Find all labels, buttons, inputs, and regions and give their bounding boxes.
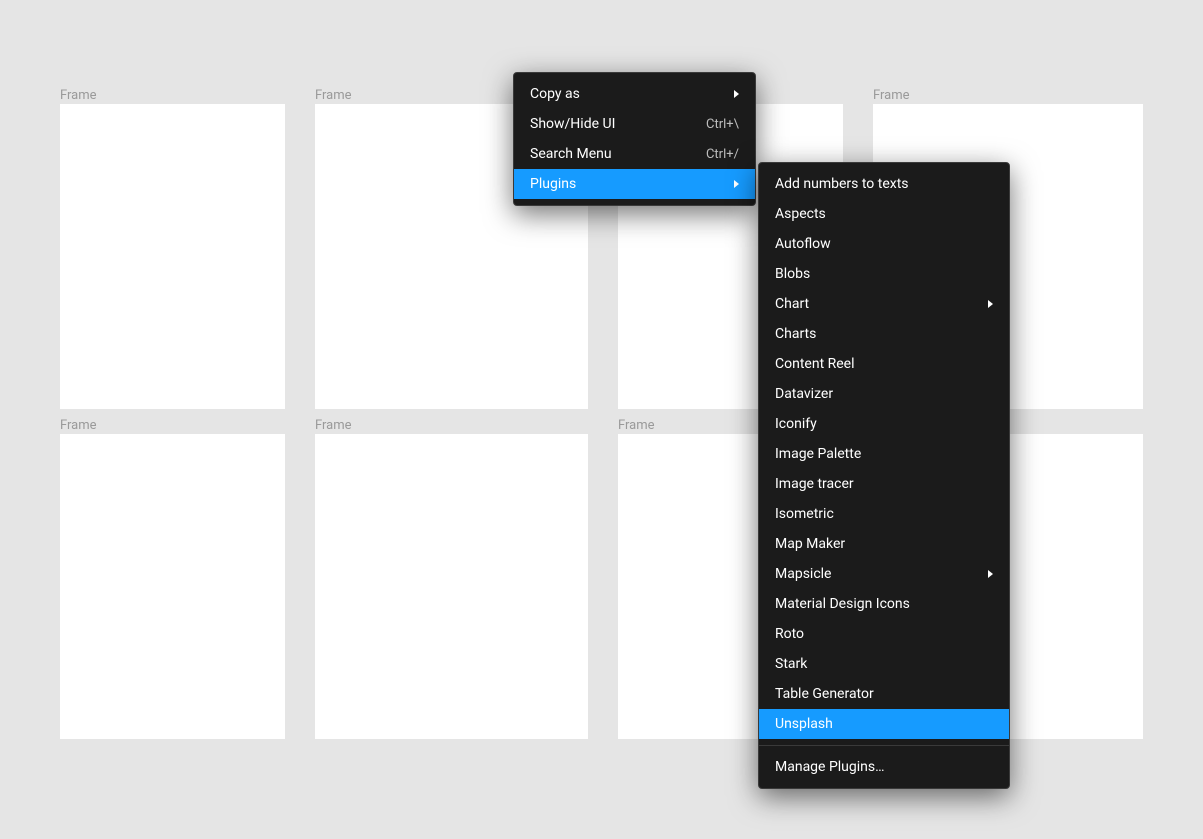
menu-item-label: Copy as	[530, 86, 580, 102]
frame[interactable]	[60, 104, 285, 409]
menu-item-label: Chart	[775, 296, 809, 312]
menu-item-plugins[interactable]: Plugins	[514, 169, 755, 199]
plugin-item-add-numbers-to-texts[interactable]: Add numbers to texts	[759, 169, 1009, 199]
plugin-item-chart[interactable]: Chart	[759, 289, 1009, 319]
plugin-item-mapsicle[interactable]: Mapsicle	[759, 559, 1009, 589]
menu-item-label: Mapsicle	[775, 566, 832, 582]
menu-item-label: Stark	[775, 656, 807, 672]
context-menu: Copy as Show/Hide UI Ctrl+\ Search Menu …	[513, 72, 756, 206]
chevron-right-icon	[988, 300, 993, 308]
plugin-item-table-generator[interactable]: Table Generator	[759, 679, 1009, 709]
frame-label[interactable]: Frame	[315, 88, 352, 103]
menu-item-label: Blobs	[775, 266, 810, 282]
plugin-item-autoflow[interactable]: Autoflow	[759, 229, 1009, 259]
frame-label[interactable]: Frame	[315, 418, 352, 433]
plugin-item-datavizer[interactable]: Datavizer	[759, 379, 1009, 409]
menu-item-label: Image Palette	[775, 446, 861, 462]
plugin-item-manage-plugins[interactable]: Manage Plugins…	[759, 752, 1009, 782]
plugin-item-charts[interactable]: Charts	[759, 319, 1009, 349]
plugin-item-blobs[interactable]: Blobs	[759, 259, 1009, 289]
frame-label[interactable]: Frame	[873, 88, 910, 103]
frame[interactable]	[60, 434, 285, 739]
plugin-item-aspects[interactable]: Aspects	[759, 199, 1009, 229]
plugin-item-content-reel[interactable]: Content Reel	[759, 349, 1009, 379]
plugin-item-material-design-icons[interactable]: Material Design Icons	[759, 589, 1009, 619]
plugin-item-unsplash[interactable]: Unsplash	[759, 709, 1009, 739]
menu-item-copy-as[interactable]: Copy as	[514, 79, 755, 109]
frame[interactable]	[315, 434, 588, 739]
menu-item-label: Iconify	[775, 416, 817, 432]
frame-label[interactable]: Frame	[60, 418, 97, 433]
menu-item-label: Aspects	[775, 206, 826, 222]
menu-item-label: Isometric	[775, 506, 834, 522]
plugins-submenu: Add numbers to texts Aspects Autoflow Bl…	[758, 162, 1010, 789]
chevron-right-icon	[734, 90, 739, 98]
menu-item-label: Map Maker	[775, 536, 845, 552]
menu-item-label: Plugins	[530, 176, 576, 192]
menu-item-shortcut: Ctrl+\	[706, 117, 739, 132]
menu-item-label: Table Generator	[775, 686, 874, 702]
menu-item-label: Content Reel	[775, 356, 855, 372]
menu-item-label: Charts	[775, 326, 816, 342]
menu-separator	[759, 745, 1009, 746]
menu-item-label: Search Menu	[530, 146, 612, 162]
frame-label[interactable]: Frame	[60, 88, 97, 103]
menu-item-label: Roto	[775, 626, 804, 642]
frame-label[interactable]: Frame	[618, 418, 655, 433]
menu-item-label: Datavizer	[775, 386, 833, 402]
menu-item-shortcut: Ctrl+/	[706, 147, 739, 162]
plugin-item-isometric[interactable]: Isometric	[759, 499, 1009, 529]
menu-item-label: Show/Hide UI	[530, 116, 615, 132]
menu-item-label: Add numbers to texts	[775, 176, 909, 192]
menu-item-label: Autoflow	[775, 236, 831, 252]
plugin-item-stark[interactable]: Stark	[759, 649, 1009, 679]
menu-item-show-hide-ui[interactable]: Show/Hide UI Ctrl+\	[514, 109, 755, 139]
menu-item-label: Material Design Icons	[775, 596, 910, 612]
menu-item-label: Image tracer	[775, 476, 854, 492]
menu-item-label: Manage Plugins…	[775, 759, 884, 775]
chevron-right-icon	[734, 180, 739, 188]
plugin-item-roto[interactable]: Roto	[759, 619, 1009, 649]
menu-item-label: Unsplash	[775, 716, 833, 732]
plugin-item-iconify[interactable]: Iconify	[759, 409, 1009, 439]
plugin-item-map-maker[interactable]: Map Maker	[759, 529, 1009, 559]
chevron-right-icon	[988, 570, 993, 578]
plugin-item-image-palette[interactable]: Image Palette	[759, 439, 1009, 469]
menu-item-search-menu[interactable]: Search Menu Ctrl+/	[514, 139, 755, 169]
plugin-item-image-tracer[interactable]: Image tracer	[759, 469, 1009, 499]
